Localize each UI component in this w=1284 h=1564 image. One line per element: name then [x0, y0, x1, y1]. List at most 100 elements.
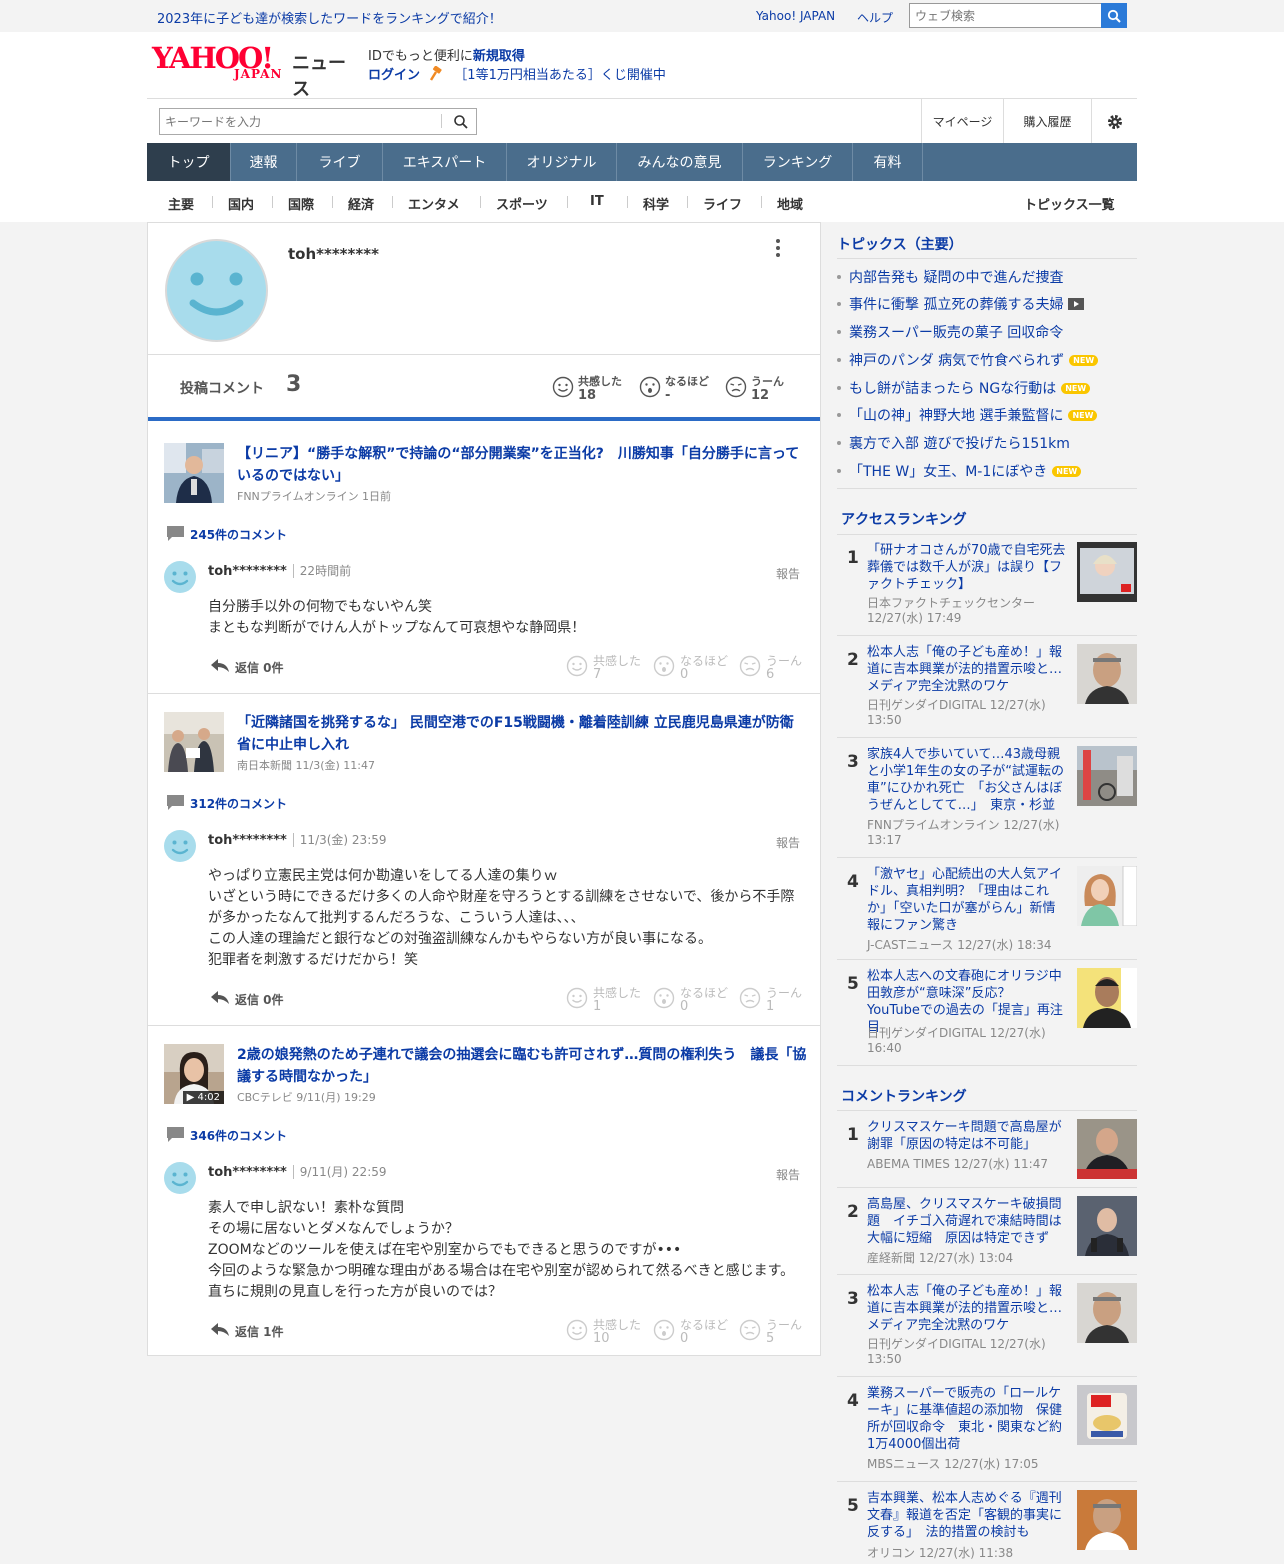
report-link[interactable]: 報告 — [776, 834, 800, 851]
article-title-link[interactable]: 【リニア】“勝手な解釈”で持論の“部分開業案”を正当化? 川勝知事「自分勝手に言… — [237, 443, 807, 487]
more-menu-icon[interactable] — [768, 237, 788, 259]
snav-domestic[interactable]: 国内 — [228, 194, 254, 213]
mypage-button[interactable]: マイページ — [921, 99, 1003, 144]
article-title-link[interactable]: 2歳の娘発熱のため子連れで議会の抽選会に臨むも許可されず…質問の権利失う 議長「… — [237, 1044, 807, 1088]
rank-title-link[interactable]: 高島屋、クリスマスケーキ破損問題 イチゴ入荷遅れで凍結時間は大幅に短縮 原因は特… — [867, 1196, 1067, 1247]
comment-ranking-item[interactable]: 4 業務スーパーで販売の「ロールケーキ」に基準値超の添加物 保健所が回収命令 東… — [837, 1385, 1137, 1482]
article-thumbnail[interactable]: ▶ 4:02 — [164, 1044, 224, 1104]
article-title-link[interactable]: 「近隣諸国を挑発するな」 民間空港でのF15戦闘機・離着陸訓練 立民鹿児島県連が… — [237, 712, 807, 756]
rank-title-link[interactable]: 「激ヤセ」心配続出の大人気アイドル、真相判明？「理由はこれか」「空いた口が塞がら… — [867, 866, 1067, 934]
smile-icon — [552, 376, 574, 398]
comment-ranking-item[interactable]: 3 松本人志「俺の子ども産め！」報道に吉本興業が法的措置示唆と…メディア完全沈黙… — [837, 1283, 1137, 1377]
rank-title-link[interactable]: 家族4人で歩いていて…43歳母親と小学1年生の女の子が“試運転の車”にひかれ死亡… — [867, 746, 1067, 814]
keyword-divider — [441, 114, 442, 128]
topics-list-link[interactable]: トピックス一覧 — [1024, 194, 1115, 213]
snav-world[interactable]: 国際 — [288, 194, 314, 213]
article-thumbnail[interactable] — [164, 712, 224, 772]
topic-text: 業務スーパー販売の菓子 回収命令 — [849, 325, 1064, 341]
speech-bubble-icon — [167, 526, 184, 541]
lottery-link[interactable]: ［1等1万円相当あたる］くじ開催中 — [454, 68, 666, 83]
rank-number: 2 — [847, 1202, 859, 1222]
topic-link[interactable]: 「THE W」女王、M-1にぼやき NEW — [837, 461, 1082, 481]
topic-link[interactable]: もし餅が詰まったら NGな行動は NEW — [837, 378, 1091, 398]
topic-link[interactable]: 「山の神」神野大地 選手兼監督に NEW — [837, 405, 1098, 425]
gnav-ranking[interactable]: ランキング — [743, 143, 853, 181]
gnav-paid[interactable]: 有料 — [853, 143, 923, 181]
snav-it[interactable]: IT — [590, 194, 604, 209]
snav-life[interactable]: ライフ — [703, 194, 742, 213]
topic-link[interactable]: 事件に衝撃 孤立死の葬儀する夫婦 — [837, 294, 1085, 314]
gnav-original[interactable]: オリジナル — [507, 143, 617, 181]
comment-text: やっぱり立憲民主党は何か勘違いをしてる人達の集りｗ いざという時にできるだけ多く… — [208, 866, 808, 971]
gnav-opinions[interactable]: みんなの意見 — [617, 143, 743, 181]
ranking-item[interactable]: 5 松本人志への文春砲にオリラジ中田敦彦が“意味深”反応？ YouTubeでの過… — [837, 968, 1137, 1066]
rank-meta: 日刊ゲンダイDIGITAL 12/27(水) 16:40 — [867, 1026, 1046, 1055]
rank-number: 1 — [847, 548, 859, 568]
gnav-top[interactable]: トップ — [147, 143, 231, 181]
comment-ranking-item[interactable]: 2 高島屋、クリスマスケーキ破損問題 イチゴ入荷遅れで凍結時間は大幅に短縮 原因… — [837, 1196, 1137, 1275]
comment-line: いざという時にできるだけ多くの人命や財産を守ろうとする訓練をさせないで、後から不… — [208, 889, 795, 926]
rank-number: 2 — [847, 650, 859, 670]
comment-line: ZOOMなどのツールを使えば在宅や別室からでもできると思うのですが••• — [208, 1242, 682, 1258]
ranking-item[interactable]: 1 「研ナオコさんが70歳で自宅死去 葬儀では数千人が涙」は誤り【ファクトチェッ… — [837, 542, 1137, 636]
yahoo-news-logo[interactable]: YAHOO! JAPAN ニュース — [152, 44, 360, 101]
reply-button[interactable]: 返信 1件 — [210, 1321, 300, 1341]
rank-meta: MBSニュース 12/27(水) 17:05 — [867, 1457, 1039, 1471]
id-promo-text: IDでもっと便利に — [368, 49, 473, 64]
posted-comments-label: 投稿コメント — [180, 381, 264, 397]
topic-text: 裏方で入部 遊びで投げたら151km — [849, 436, 1070, 452]
topic-text: 神戸のパンダ 病気で竹食べられず — [849, 353, 1065, 369]
rank-title-link[interactable]: 松本人志「俺の子ども産め！」報道に吉本興業が法的措置示唆と…メディア完全沈黙のワ… — [867, 644, 1067, 695]
reply-button[interactable]: 返信 0件 — [210, 989, 300, 1009]
gnav-breaking[interactable]: 速報 — [231, 143, 297, 181]
topic-link[interactable]: 神戸のパンダ 病気で竹食べられず NEW — [837, 350, 1099, 370]
divider — [837, 258, 1137, 259]
reply-arrow-icon — [211, 1323, 229, 1336]
snav-main[interactable]: 主要 — [168, 194, 194, 213]
yahoo-japan-link[interactable]: Yahoo! JAPAN — [756, 9, 835, 23]
hammer-icon — [430, 65, 442, 81]
rank-thumbnail — [1077, 542, 1137, 602]
reaction-label: うーん — [751, 375, 784, 388]
topic-link[interactable]: 業務スーパー販売の菓子 回収命令 — [837, 322, 1063, 342]
comment-line: 犯罪者を刺激するだけだから！笑 — [208, 952, 418, 968]
ranking-item[interactable]: 2 松本人志「俺の子ども産め！」報道に吉本興業が法的措置示唆と…メディア完全沈黙… — [837, 644, 1137, 738]
comment-line: 直ちに規則の見直しを行った方が良いのでは？ — [208, 1284, 502, 1300]
promo-link[interactable]: 2023年に子ども達が検索したワードをランキングで紹介！ — [157, 8, 502, 27]
snav-science[interactable]: 科学 — [643, 194, 669, 213]
purchase-history-button[interactable]: 購入履歴 — [1003, 99, 1091, 144]
rank-title-link[interactable]: クリスマスケーキ問題で高島屋が謝罪「原因の特定は不可能」 — [867, 1119, 1067, 1153]
rank-title-link[interactable]: 「研ナオコさんが70歳で自宅死去 葬儀では数千人が涙」は誤り【ファクトチェック】 — [867, 542, 1067, 593]
gnav-expert[interactable]: エキスパート — [383, 143, 507, 181]
snav-region[interactable]: 地域 — [777, 194, 803, 213]
report-link[interactable]: 報告 — [776, 565, 800, 582]
reaction-value: 0 — [680, 999, 689, 1014]
settings-button[interactable] — [1091, 99, 1137, 144]
topic-link[interactable]: 内部告発も 疑問の中で進んだ捜査 — [837, 267, 1063, 287]
topic-link[interactable]: 裏方で入部 遊びで投げたら151km — [837, 433, 1070, 453]
report-link[interactable]: 報告 — [776, 1166, 800, 1183]
keyword-input[interactable] — [160, 109, 440, 134]
article-thumbnail[interactable] — [164, 443, 224, 503]
comment-ranking-item[interactable]: 1 クリスマスケーキ問題で高島屋が謝罪「原因の特定は不可能」 ABEMA TIM… — [837, 1119, 1137, 1188]
reaction-value: 6 — [766, 667, 775, 682]
gnav-live[interactable]: ライブ — [297, 143, 383, 181]
snav-entertainment[interactable]: エンタメ — [408, 194, 460, 213]
rank-thumbnail — [1077, 1283, 1137, 1343]
rank-title-link[interactable]: 業務スーパーで販売の「ロールケーキ」に基準値超の添加物 保健所が回収命令 東北・… — [867, 1385, 1067, 1453]
web-search-button[interactable] — [1101, 3, 1127, 28]
snav-economy[interactable]: 経済 — [348, 194, 374, 213]
ranking-item[interactable]: 4 「激ヤセ」心配続出の大人気アイドル、真相判明？「理由はこれか」「空いた口が塞… — [837, 866, 1137, 960]
ranking-item[interactable]: 3 家族4人で歩いていて…43歳母親と小学1年生の女の子が“試運転の車”にひかれ… — [837, 746, 1137, 858]
reply-button[interactable]: 返信 0件 — [210, 657, 300, 677]
keyword-search-button[interactable] — [448, 111, 472, 132]
login-link[interactable]: ログイン — [368, 68, 420, 83]
snav-sports[interactable]: スポーツ — [496, 194, 548, 213]
help-link[interactable]: ヘルプ — [857, 9, 893, 26]
signup-link[interactable]: 新規取得 — [473, 49, 525, 64]
web-search-input[interactable] — [909, 3, 1102, 28]
rank-title-link[interactable]: 松本人志「俺の子ども産め！」報道に吉本興業が法的措置示唆と…メディア完全沈黙のワ… — [867, 1283, 1067, 1334]
comment-count-text: 245件のコメント — [190, 528, 288, 542]
rank-title-link[interactable]: 吉本興業、松本人志めぐる『週刊文春』報道を否定「客観的事実に反する」 法的措置の… — [867, 1490, 1067, 1541]
comment-ranking-item[interactable]: 5 吉本興業、松本人志めぐる『週刊文春』報道を否定「客観的事実に反する」 法的措… — [837, 1490, 1137, 1564]
